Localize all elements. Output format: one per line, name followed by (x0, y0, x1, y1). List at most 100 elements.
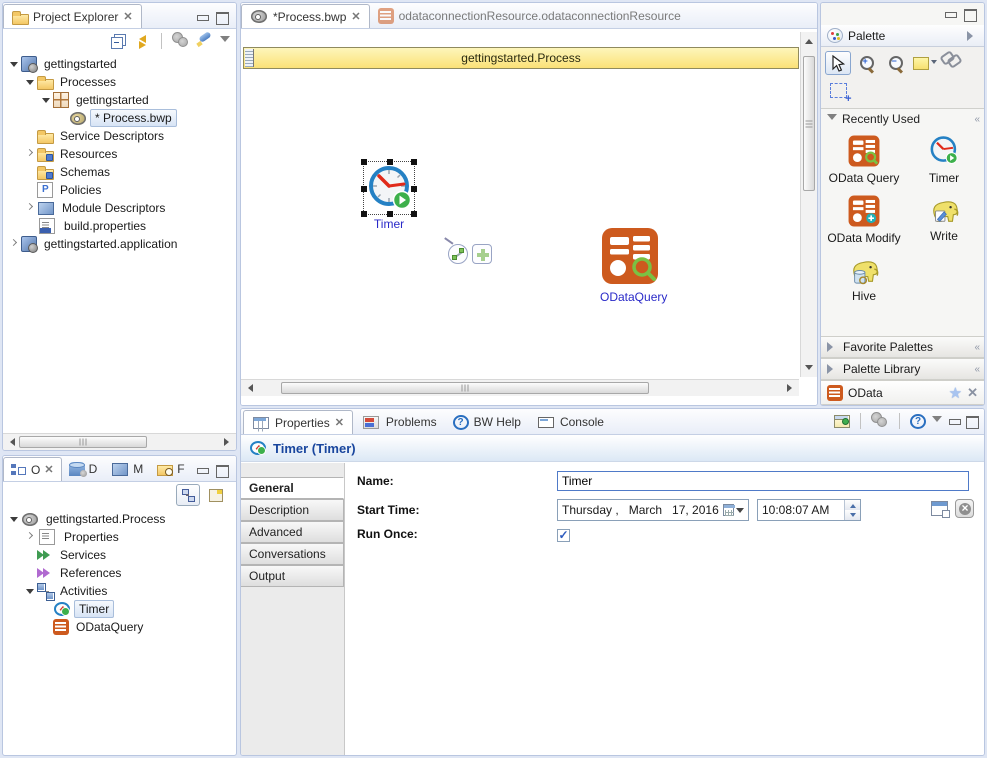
spin-down-icon[interactable] (845, 510, 860, 520)
tab-odataconnection-resource[interactable]: odataconnectionResource.odataconnectionR… (370, 4, 689, 28)
tree-item[interactable]: build.properties (3, 217, 236, 235)
calendar-icon[interactable] (723, 504, 734, 516)
date-picker[interactable]: Thursday , March 17, 2016 (557, 499, 749, 521)
expand-arrow-icon[interactable] (23, 584, 37, 598)
tab-data-source[interactable]: D (62, 457, 105, 481)
tree-item[interactable]: Service Descriptors (3, 127, 236, 145)
time-spinner[interactable]: 10:08:07 AM (757, 499, 861, 521)
link-tool-button[interactable] (941, 51, 967, 75)
tab-file-explorer[interactable]: F (150, 457, 191, 481)
view-menu-icon[interactable] (220, 36, 230, 47)
pin-drawer-icon[interactable]: « (974, 364, 978, 375)
minimize-icon[interactable] (944, 9, 956, 19)
timer-node[interactable]: Timer (363, 161, 415, 231)
maximize-icon[interactable] (966, 416, 978, 426)
tab-console[interactable]: Console (529, 410, 612, 434)
tree-item[interactable]: Services (3, 546, 236, 564)
tree-item[interactable]: gettingstarted (3, 91, 236, 109)
collapse-icon[interactable] (827, 114, 837, 125)
expand-icon[interactable] (827, 342, 838, 352)
tab-project-explorer[interactable]: Project Explorer ✕ (3, 4, 142, 28)
maximize-icon[interactable] (216, 12, 228, 22)
collapse-all-icon[interactable] (109, 32, 127, 50)
tree-item[interactable]: * Process.bwp (3, 109, 236, 127)
tab-outline[interactable]: O ✕ (3, 457, 62, 481)
zoom-in-button[interactable]: + (854, 51, 880, 75)
maximize-icon[interactable] (216, 465, 228, 475)
tab-process-bwp[interactable]: *Process.bwp ✕ (241, 4, 370, 28)
scrollbar-thumb[interactable] (19, 436, 147, 448)
open-in-editor-icon[interactable] (834, 415, 850, 428)
tree-item[interactable]: gettingstarted (3, 55, 236, 73)
close-icon[interactable]: ✕ (335, 416, 344, 429)
drawer-odata[interactable]: OData ★ ✕ (821, 380, 984, 405)
drawer-favorite-palettes[interactable]: Favorite Palettes « (821, 336, 984, 358)
scroll-right-icon[interactable] (787, 384, 796, 392)
expand-arrow-icon[interactable] (23, 147, 37, 161)
chevron-down-icon[interactable] (736, 508, 744, 517)
tab-properties[interactable]: Properties ✕ (243, 410, 353, 434)
palette-item-odata-modify[interactable]: OData Modify (823, 191, 905, 251)
expand-arrow-icon[interactable] (23, 201, 37, 215)
expand-arrow-icon[interactable] (23, 75, 37, 89)
run-once-checkbox[interactable]: ✓ (557, 529, 570, 542)
process-canvas[interactable]: gettingstarted.Process (241, 30, 817, 405)
scroll-right-icon[interactable] (224, 438, 233, 446)
gears-icon[interactable] (871, 412, 889, 430)
tree-item[interactable]: Processes (3, 73, 236, 91)
note-tool-button[interactable] (912, 51, 938, 75)
palette-pin-arrow-icon[interactable] (967, 31, 978, 41)
tree-item[interactable]: Activities (3, 582, 236, 600)
tree-item[interactable]: Resources (3, 145, 236, 163)
tree-item[interactable]: gettingstarted.Process (3, 510, 236, 528)
tree-item[interactable]: Properties (3, 528, 236, 546)
minimize-icon[interactable] (196, 465, 208, 475)
tree-item[interactable]: Module Descriptors (3, 199, 236, 217)
close-icon[interactable]: ✕ (44, 463, 53, 476)
tab-problems[interactable]: Problems (353, 410, 445, 434)
customize-view-icon[interactable] (196, 32, 214, 50)
focus-gears-icon[interactable] (172, 32, 190, 50)
add-activity-icon[interactable] (472, 244, 492, 264)
expand-icon[interactable] (827, 364, 838, 374)
table-view-button[interactable] (204, 484, 228, 506)
drawer-palette-library[interactable]: Palette Library « (821, 358, 984, 380)
expand-arrow-icon[interactable] (23, 530, 37, 544)
tree-item[interactable]: ODataQuery (3, 618, 236, 636)
link-with-editor-icon[interactable] (133, 32, 151, 50)
tree-view-button[interactable] (176, 484, 200, 506)
close-icon[interactable]: ✕ (351, 10, 360, 23)
maximize-icon[interactable] (964, 9, 976, 19)
spin-up-icon[interactable] (845, 500, 860, 510)
section-tab-advanced[interactable]: Advanced (241, 521, 344, 543)
pin-drawer-icon[interactable]: « (974, 342, 978, 353)
view-help-icon[interactable]: ? (910, 414, 926, 429)
canvas-horizontal-scrollbar[interactable] (241, 379, 799, 396)
section-tab-description[interactable]: Description (241, 499, 344, 521)
palette-header[interactable]: Palette (821, 25, 984, 47)
expand-arrow-icon[interactable] (7, 237, 21, 251)
close-icon[interactable]: ✕ (123, 10, 132, 23)
minimize-icon[interactable] (948, 416, 960, 426)
close-drawer-icon[interactable]: ✕ (967, 385, 978, 401)
marquee-tool-button[interactable] (825, 78, 851, 102)
horizontal-scrollbar[interactable] (3, 433, 236, 450)
minimize-icon[interactable] (196, 12, 208, 22)
recently-used-header[interactable]: Recently Used « (821, 109, 984, 129)
scroll-left-icon[interactable] (244, 384, 253, 392)
create-link-icon[interactable] (448, 244, 468, 264)
scroll-down-icon[interactable] (805, 365, 813, 374)
tree-item[interactable]: References (3, 564, 236, 582)
scroll-left-icon[interactable] (6, 438, 15, 446)
palette-item-hive[interactable]: Hive (823, 251, 905, 309)
tab-module[interactable]: M (104, 457, 150, 481)
select-tool-button[interactable] (825, 51, 851, 75)
odata-query-node[interactable]: ODataQuery (600, 227, 660, 304)
tree-item[interactable]: gettingstarted.application (3, 235, 236, 253)
expand-arrow-icon[interactable] (7, 512, 21, 526)
favorite-star-icon[interactable]: ★ (949, 384, 962, 402)
section-tab-output[interactable]: Output (241, 565, 344, 587)
expand-arrow-icon[interactable] (7, 57, 21, 71)
tree-item[interactable]: Schemas (3, 163, 236, 181)
name-input[interactable] (557, 471, 969, 491)
